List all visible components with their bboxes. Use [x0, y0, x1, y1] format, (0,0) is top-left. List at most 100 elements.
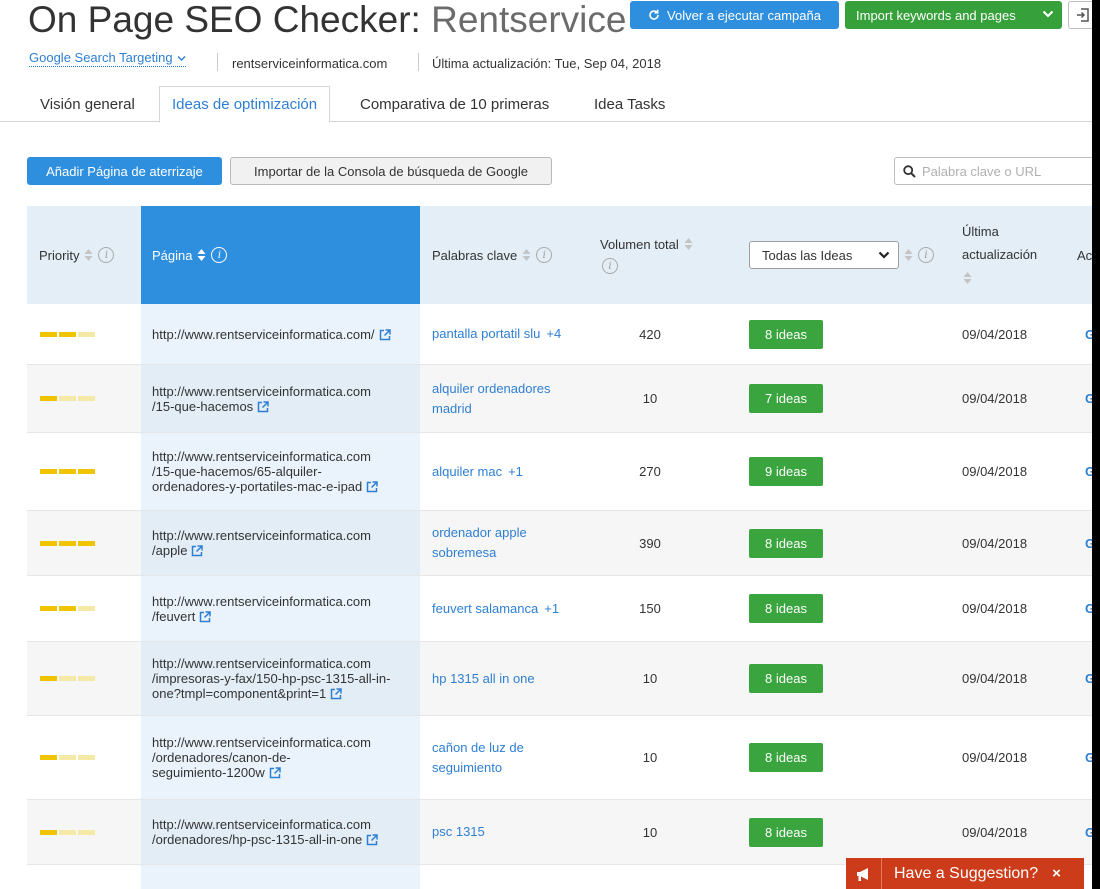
- suggestion-widget[interactable]: Have a Suggestion? ×: [846, 858, 1084, 889]
- volume-cell: 420: [639, 326, 661, 342]
- search-targeting-dropdown[interactable]: Google Search Targeting: [29, 50, 186, 67]
- ideas-filter-select[interactable]: Todas las Ideas: [749, 241, 899, 269]
- page-url-line[interactable]: http://www.rentserviceinformatica.com: [152, 735, 371, 750]
- page-url-line[interactable]: http://www.rentserviceinformatica.com: [152, 594, 371, 609]
- page-url-line[interactable]: http://www.rentserviceinformatica.com: [152, 817, 378, 832]
- sort-icon: [522, 249, 531, 261]
- page-url-line[interactable]: http://www.rentserviceinformatica.com: [152, 449, 378, 464]
- priority-indicator: [40, 576, 120, 641]
- ideas-badge[interactable]: 8 ideas: [749, 319, 823, 349]
- external-link-icon[interactable]: [330, 688, 342, 700]
- external-link-icon[interactable]: [199, 610, 212, 623]
- page-url-line[interactable]: /15-que-hacemos: [152, 399, 371, 414]
- close-icon[interactable]: ×: [1052, 865, 1061, 882]
- table-body: http://www.rentserviceinformatica.com/pa…: [27, 304, 1100, 889]
- keywords-cell[interactable]: alquiler ordenadores madrid: [432, 365, 592, 432]
- more-keywords[interactable]: +1: [508, 464, 523, 479]
- page-url-line[interactable]: seguimiento-1200w: [152, 765, 371, 780]
- rerun-label: Volver a ejecutar campaña: [667, 7, 821, 23]
- keywords-cell[interactable]: psc 1315: [432, 800, 592, 864]
- keyword-line[interactable]: psc 1315: [432, 822, 485, 842]
- add-landing-page-button[interactable]: Añadir Página de aterrizaje: [27, 157, 222, 185]
- page-url-line[interactable]: /impresoras-y-fax/150-hp-psc-1315-all-in…: [152, 671, 390, 686]
- priority-bars: [40, 755, 95, 760]
- more-keywords[interactable]: +1: [544, 601, 559, 616]
- ideas-badge[interactable]: 8 ideas: [749, 528, 823, 558]
- keywords-cell[interactable]: hp 1315 all in one: [432, 642, 592, 715]
- ideas-badge[interactable]: 8 ideas: [749, 743, 823, 772]
- header-priority[interactable]: Priority i: [39, 206, 115, 304]
- page-url-line[interactable]: /ordenadores/hp-psc-1315-all-in-one: [152, 832, 379, 847]
- keyword-line[interactable]: sobremesa: [432, 543, 527, 563]
- keyword-line[interactable]: ordenador apple: [432, 523, 527, 543]
- tab-top10-comparison[interactable]: Comparativa de 10 primeras: [360, 86, 549, 122]
- page-url-line[interactable]: /feuvert: [152, 609, 371, 624]
- page-url-line[interactable]: /15-que-hacemos/65-alquiler-: [152, 464, 378, 479]
- page-url-line[interactable]: http://www.rentserviceinformatica.com: [152, 656, 390, 671]
- priority-bar: [59, 606, 76, 611]
- ideas-badge[interactable]: 9 ideas: [749, 457, 823, 486]
- page-url-line[interactable]: one?tmpl=component&print=1: [152, 686, 390, 701]
- keyword-line[interactable]: madrid: [432, 399, 551, 419]
- priority-bar: [59, 396, 76, 401]
- ideas-cell: 7 ideas: [749, 365, 849, 432]
- search-input[interactable]: [922, 163, 1082, 179]
- page-url-line[interactable]: ordenadores-y-portatiles-mac-e-ipad: [152, 479, 379, 494]
- ideas-badge[interactable]: 7 ideas: [749, 384, 823, 413]
- keyword-line[interactable]: cañon de luz de: [432, 738, 524, 758]
- page-url-line[interactable]: http://www.rentserviceinformatica.com: [152, 384, 371, 399]
- import-keywords-button[interactable]: Import keywords and pages: [845, 1, 1062, 29]
- keywords-cell[interactable]: pantalla portatil slu +4: [432, 304, 592, 364]
- keyword-line[interactable]: pantalla portatil slu +4: [432, 324, 561, 344]
- keyword-line[interactable]: hp 1315 all in one: [432, 669, 535, 689]
- ideas-badge[interactable]: 8 ideas: [749, 594, 823, 623]
- priority-indicator: [40, 511, 120, 575]
- import-gsc-button[interactable]: Importar de la Consola de búsqueda de Go…: [230, 157, 552, 185]
- keyword-line[interactable]: alquiler mac +1: [432, 462, 523, 482]
- volume-cell: 10: [642, 391, 658, 406]
- tab-optimization-ideas[interactable]: Ideas de optimización: [159, 86, 331, 123]
- priority-indicator: [40, 365, 120, 432]
- sort-icon[interactable]: [903, 247, 914, 263]
- keyword-line[interactable]: feuvert salamanca +1: [432, 599, 559, 619]
- info-icon[interactable]: i: [211, 247, 228, 263]
- sort-icon: [684, 238, 693, 250]
- external-link-icon[interactable]: [379, 328, 391, 341]
- ideas-badge[interactable]: 8 ideas: [749, 817, 823, 847]
- external-link-icon[interactable]: [257, 400, 269, 413]
- more-keywords[interactable]: +4: [546, 326, 561, 341]
- info-icon[interactable]: i: [536, 247, 553, 263]
- header-volume[interactable]: Volumen total i: [600, 206, 694, 304]
- table-row: http://www.rentserviceinformatica.com/15…: [27, 365, 1100, 433]
- priority-bars: [40, 540, 95, 546]
- keywords-cell[interactable]: alquiler mac +1: [432, 433, 592, 510]
- page-url-line[interactable]: /ordenadores/canon-de-: [152, 750, 371, 765]
- header-updated[interactable]: Última actualización: [962, 206, 1037, 304]
- priority-bar: [78, 606, 95, 611]
- tab-idea-tasks[interactable]: Idea Tasks: [594, 86, 665, 122]
- table-row: http://www.rentserviceinformatica.com/or…: [27, 800, 1100, 865]
- keywords-cell[interactable]: cañon de luz de seguimiento: [432, 716, 592, 799]
- page-url-line[interactable]: /apple: [152, 543, 371, 558]
- ideas-filter-value: Todas las Ideas: [762, 247, 853, 263]
- keyword-line[interactable]: seguimiento: [432, 758, 524, 778]
- external-link-icon[interactable]: [269, 767, 281, 779]
- divider: [217, 53, 218, 71]
- page-url-line[interactable]: http://www.rentserviceinformatica.com: [152, 528, 371, 543]
- keyword-line[interactable]: alquiler ordenadores: [432, 379, 551, 399]
- info-icon[interactable]: i: [918, 247, 934, 263]
- tab-overview[interactable]: Visión general: [40, 86, 135, 122]
- page-url-line[interactable]: http://www.rentserviceinformatica.com/: [152, 327, 391, 342]
- info-icon[interactable]: i: [98, 247, 115, 263]
- keywords-cell[interactable]: feuvert salamanca +1: [432, 576, 592, 641]
- rerun-campaign-button[interactable]: Volver a ejecutar campaña: [630, 1, 839, 29]
- external-link-icon[interactable]: [366, 481, 379, 493]
- header-page[interactable]: Página i: [141, 206, 420, 304]
- header-volume-label: Volumen total: [600, 236, 679, 252]
- info-icon[interactable]: i: [602, 258, 618, 274]
- ideas-badge[interactable]: 8 ideas: [749, 664, 823, 693]
- keywords-cell[interactable]: ordenador apple sobremesa: [432, 511, 592, 575]
- header-keywords[interactable]: Palabras clave i: [432, 206, 553, 304]
- external-link-icon[interactable]: [366, 834, 379, 846]
- external-link-icon[interactable]: [191, 545, 204, 557]
